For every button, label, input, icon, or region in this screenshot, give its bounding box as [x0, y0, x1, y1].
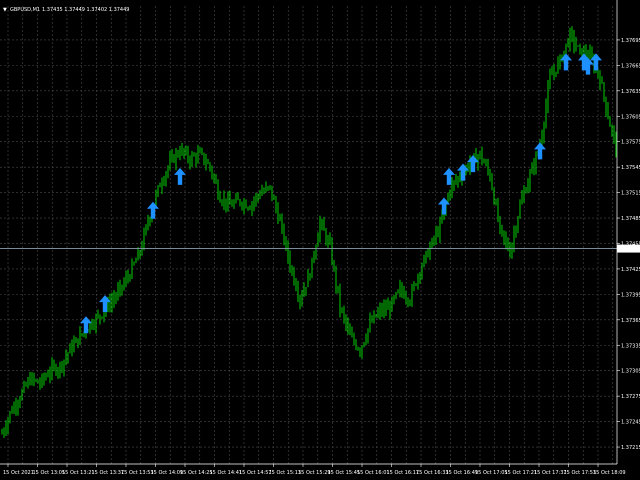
time-tick-label: 15 Oct 17:37: [534, 470, 567, 476]
current-price-tag: 1.37449: [617, 244, 640, 253]
chart-window[interactable]: 1.37695 1.37665 1.37635 1.37605 1.37575 1.375…: [0, 0, 640, 480]
price-tick-label: 1.37425: [621, 267, 640, 273]
price-tick-label: 1.37665: [621, 63, 640, 69]
time-tick-label: 15 Oct 17:21: [505, 470, 538, 476]
time-tick-label: 15 Oct 16:33: [416, 470, 449, 476]
price-tick-label: 1.37365: [621, 318, 640, 324]
symbol-label: GBPUSD,M1: [10, 7, 40, 13]
ohlc-values: 1.37435 1.37449 1.37402 1.37449: [42, 7, 129, 13]
price-tick-label: 1.37335: [621, 343, 640, 349]
time-tick-label: 15 Oct 16:01: [357, 470, 390, 476]
time-tick-label: 15 Oct 14:41: [210, 470, 243, 476]
price-tick-label: 1.37605: [621, 114, 640, 120]
time-tick-label: 15 Oct 14:09: [151, 470, 184, 476]
time-tick-label: 15 Oct 17:53: [564, 470, 597, 476]
price-tick-label: 1.37635: [621, 89, 640, 95]
price-tick-label: 1.37695: [621, 38, 640, 44]
time-tick-label: 15 Oct 13:53: [121, 470, 154, 476]
price-tick-label: 1.37545: [621, 165, 640, 171]
time-tick-label: 15 Oct 14:25: [180, 470, 213, 476]
price-tick-label: 1.37515: [621, 191, 640, 197]
price-tick-label: 1.37305: [621, 369, 640, 375]
time-tick-label: 15 Oct 13:05: [33, 470, 66, 476]
price-tick-label: 1.37215: [621, 445, 640, 451]
price-chart[interactable]: 1.37695 1.37665 1.37635 1.37605 1.37575 1.375…: [0, 0, 640, 480]
time-tick-label: 15 Oct 13:37: [92, 470, 125, 476]
chart-menu-icon[interactable]: ▼: [3, 7, 7, 13]
time-tick-label: 15 Oct 16:49: [446, 470, 479, 476]
price-tick-label: 1.37485: [621, 216, 640, 222]
time-tick-label: 15 Oct 13:21: [62, 470, 95, 476]
time-tick-label: 15 Oct 16:17: [387, 470, 420, 476]
time-tick-label: 15 Oct 15:29: [298, 470, 331, 476]
time-tick-label: 15 Oct 2021: [3, 470, 34, 476]
price-tick-label: 1.37395: [621, 292, 640, 298]
current-price-tag-label: 1.37449: [620, 247, 640, 253]
time-tick-label: 15 Oct 15:13: [269, 470, 302, 476]
price-tick-label: 1.37575: [621, 140, 640, 146]
chart-header: ▼ GBPUSD,M1 1.37435 1.37449 1.37402 1.37…: [3, 7, 129, 13]
time-tick-label: 15 Oct 18:09: [593, 470, 626, 476]
time-tick-label: 15 Oct 14:57: [239, 470, 272, 476]
time-tick-label: 15 Oct 17:05: [475, 470, 508, 476]
price-tick-label: 1.37245: [621, 420, 640, 426]
price-tick-label: 1.37275: [621, 394, 640, 400]
time-tick-label: 15 Oct 15:45: [328, 470, 361, 476]
